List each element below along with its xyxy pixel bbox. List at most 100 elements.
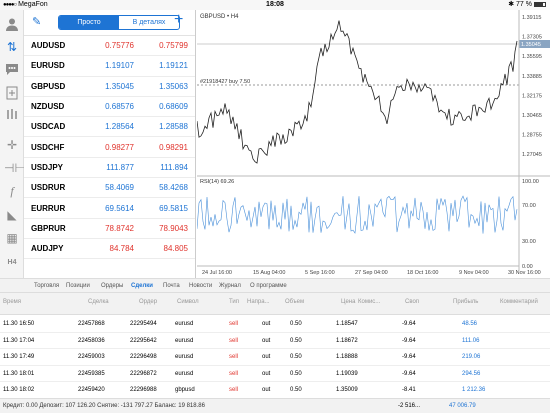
chat-icon[interactable] — [4, 63, 20, 79]
edit-icon[interactable]: ✎ — [32, 15, 41, 28]
rsi-label: RSI(14) 69.26 — [200, 179, 234, 185]
table-cell: 22457868 — [78, 321, 105, 327]
quotes-list: AUDUSD 0.75776 0.75799 EURUSD 1.19107 1.19121… — [24, 36, 195, 260]
axis-tick: 1.39115 — [522, 15, 541, 21]
table-cell: 0.50 — [290, 321, 302, 327]
quote-symbol: USDRUR — [31, 183, 66, 193]
table-cell: -9.64 — [402, 354, 416, 360]
quote-row[interactable]: EURRUR 69.5614 69.5815 — [24, 198, 195, 219]
table-row[interactable]: 11.30 18:01 22459385 22296872 eurusd sell out… — [0, 366, 550, 382]
quote-ask: 111.894 — [160, 162, 188, 172]
quote-bid: 1.19107 — [105, 61, 134, 71]
quote-row[interactable]: USDRUR 58.4069 58.4268 — [24, 178, 195, 199]
column-header[interactable]: Объем — [285, 299, 304, 305]
tab-3[interactable]: Сделки — [131, 283, 153, 289]
axis-tick: 1.37305 — [522, 35, 542, 41]
tab-5[interactable]: Новости — [189, 283, 212, 289]
column-header[interactable]: Сделка — [88, 299, 109, 305]
rsi-axis: 100.0070.0030.000.00 — [522, 179, 539, 270]
add-symbol-icon[interactable]: + — [174, 11, 183, 29]
quote-symbol: GBPRUR — [31, 223, 66, 233]
table-cell: out — [262, 337, 271, 344]
quote-bid: 69.5614 — [105, 203, 134, 213]
quote-row[interactable]: AUDUSD 0.75776 0.75799 — [24, 36, 195, 57]
table-cell: 0.50 — [290, 354, 302, 360]
clock: 18:08 — [266, 1, 284, 8]
swap-total: -2 516... — [398, 403, 421, 409]
axis-tick: 1.35595 — [522, 54, 542, 60]
column-header[interactable]: Время — [3, 299, 21, 305]
quote-row[interactable]: AUDJPY 84.784 84.805 — [24, 239, 195, 260]
quotes-icon[interactable]: ⇅ — [4, 39, 20, 55]
table-cell: 111.06 — [462, 337, 480, 344]
table-cell: sell — [229, 354, 239, 360]
table-cell: -8.41 — [402, 387, 416, 393]
table-cell: 11.30 17:49 — [3, 354, 35, 360]
quote-row[interactable]: USDCHF 0.98277 0.98291 — [24, 137, 195, 158]
chart-title: GBPUSD • H4 — [200, 14, 239, 20]
tab-detailed[interactable]: В деталях — [119, 16, 179, 29]
column-header[interactable]: Тип — [229, 299, 239, 305]
price-chart[interactable]: GBPUSD • H4 #21918427 buy 7.50 1.35045 R… — [196, 10, 550, 278]
quote-bid: 1.35045 — [105, 81, 134, 91]
table-cell: 1.18547 — [336, 321, 358, 327]
quote-symbol: GBPUSD — [31, 81, 66, 91]
tab-simple[interactable]: Просто — [59, 16, 119, 29]
status-bar: ●●●●○ MegaFon 18:08 ✱ 77 % — [0, 0, 550, 10]
table-cell: 22459385 — [78, 370, 105, 377]
quote-ask: 1.28588 — [159, 122, 188, 132]
tab-0[interactable]: Торговля — [34, 283, 59, 289]
tab-7[interactable]: О программе — [250, 283, 287, 289]
indicators-icon[interactable]: f — [4, 183, 20, 199]
table-cell: 22296498 — [130, 354, 157, 360]
tab-6[interactable]: Журнал — [219, 283, 241, 289]
quote-bid: 0.68576 — [105, 102, 134, 112]
quote-row[interactable]: GBPRUR 78.8742 78.9043 — [24, 219, 195, 239]
table-row[interactable]: 11.30 16:50 22457868 22295494 eurusd sell out… — [0, 316, 550, 333]
templates-icon[interactable]: ▦ — [4, 230, 20, 246]
column-header[interactable]: Прибыль — [453, 299, 478, 305]
tab-2[interactable]: Ордеры — [101, 283, 123, 289]
table-cell: gbpusd — [175, 387, 195, 393]
table-row[interactable]: 11.30 17:49 22459003 22296498 eurusd sell out… — [0, 349, 550, 366]
table-cell: 11.30 18:02 — [3, 387, 35, 393]
user-icon[interactable] — [4, 17, 20, 33]
bars-icon[interactable] — [4, 108, 20, 124]
axis-tick: 15 Aug 04:00 — [253, 270, 285, 276]
tab-1[interactable]: Позиции — [66, 283, 90, 289]
column-header[interactable]: Напра... — [247, 299, 270, 305]
table-row[interactable]: 11.30 18:02 22459420 22296988 gbpusd sell out… — [0, 382, 550, 399]
quote-ask: 78.9043 — [159, 223, 188, 233]
tab-4[interactable]: Почта — [163, 283, 180, 289]
timeframe-h4-icon[interactable]: H4 — [4, 255, 20, 271]
quote-row[interactable]: USDJPY 111.877 111.894 — [24, 158, 195, 179]
quote-ask: 0.98291 — [159, 142, 188, 152]
column-header[interactable]: Цена — [341, 299, 355, 305]
table-cell: 1.35009 — [336, 387, 358, 393]
quote-row[interactable]: USDCAD 1.28564 1.28588 — [24, 117, 195, 138]
objects-icon[interactable]: ◣ — [4, 207, 20, 223]
quote-symbol: NZDUSD — [31, 102, 65, 112]
crosshair-icon[interactable]: ✛ — [4, 137, 20, 153]
new-chart-icon[interactable] — [4, 86, 20, 102]
quote-row[interactable]: NZDUSD 0.68576 0.68609 — [24, 97, 195, 118]
column-header[interactable]: Комментарий — [500, 299, 538, 305]
quote-ask: 1.19121 — [159, 61, 188, 71]
table-cell: 22296988 — [130, 387, 157, 393]
column-header[interactable]: Комис... — [358, 299, 380, 305]
table-cell: eurusd — [175, 354, 194, 360]
table-row[interactable]: 11.30 17:04 22458036 22295642 eurusd sell out… — [0, 333, 550, 349]
profit-total: 47 006.79 — [449, 403, 476, 409]
axis-tick: 27 Sep 04:00 — [355, 270, 388, 276]
quote-ask: 0.68609 — [159, 102, 188, 112]
column-header[interactable]: Символ — [177, 299, 199, 305]
quote-row[interactable]: EURUSD 1.19107 1.19121 — [24, 56, 195, 77]
table-cell: eurusd — [175, 337, 194, 344]
period-icon[interactable]: ⊣⊢ — [4, 160, 25, 176]
column-header[interactable]: Своп — [405, 299, 419, 305]
table-cell: 22295642 — [130, 337, 157, 344]
column-header[interactable]: Ордер — [139, 299, 157, 305]
table-cell: sell — [229, 321, 239, 327]
table-cell: 48.56 — [462, 321, 478, 327]
quote-row[interactable]: GBPUSD 1.35045 1.35063 — [24, 77, 195, 97]
